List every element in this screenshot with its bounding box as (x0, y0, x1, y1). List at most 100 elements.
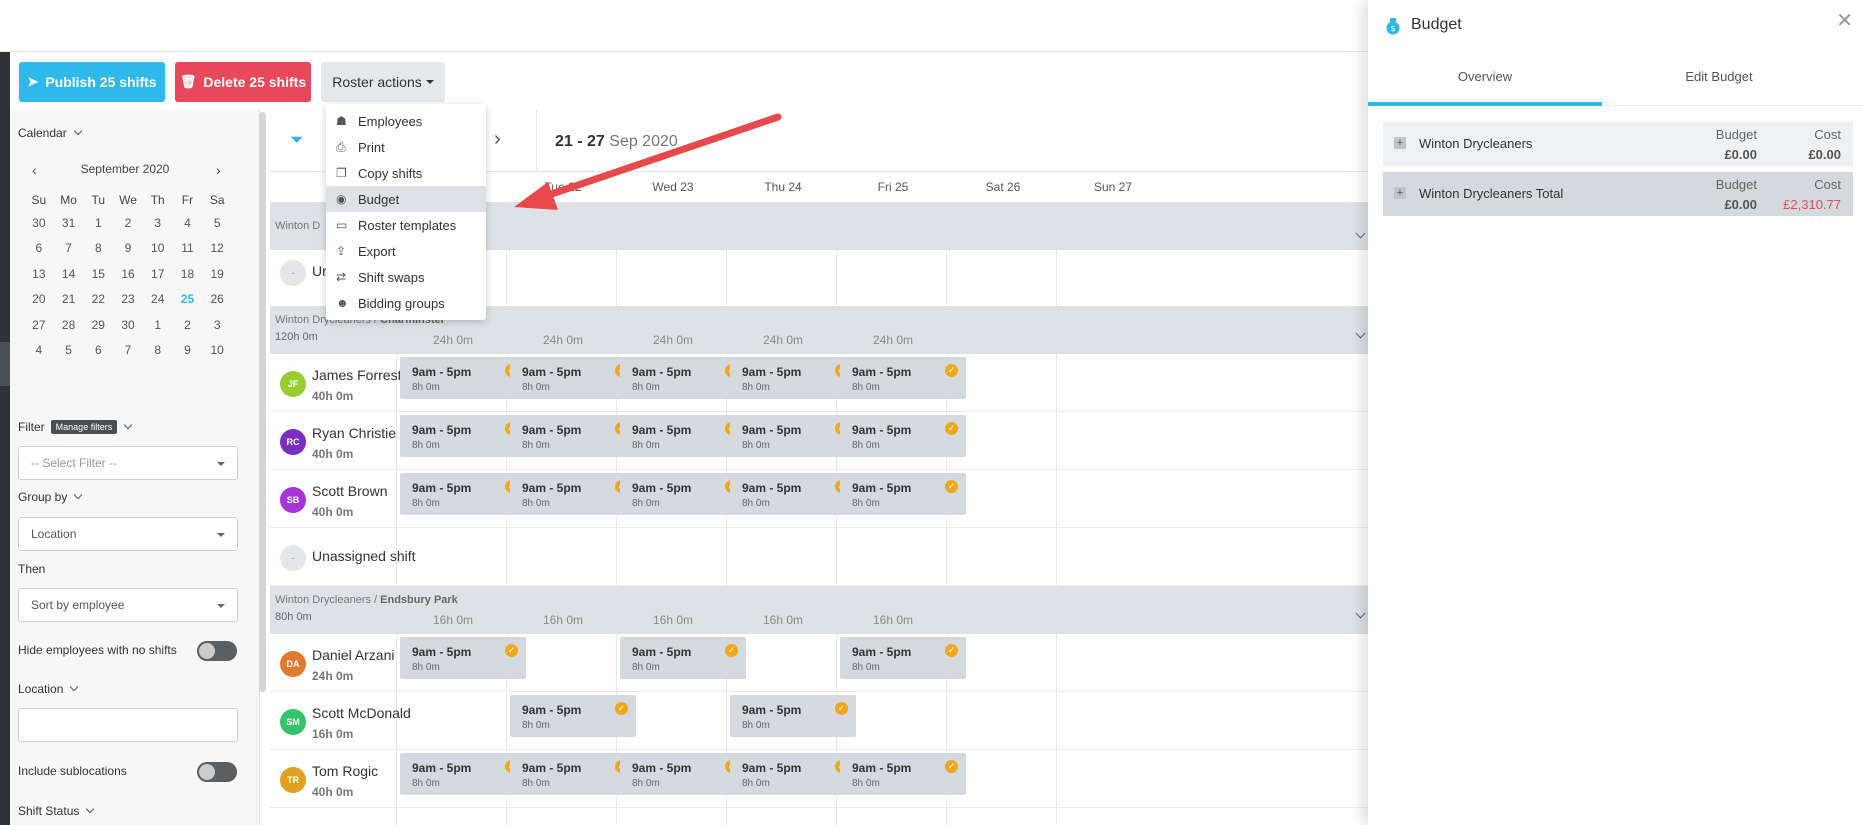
shift-card[interactable]: 9am - 5pm8h 0m✓ (400, 753, 526, 795)
calendar-day[interactable]: 18 (173, 267, 203, 281)
menu-item-shift-swaps[interactable]: ⇄ Shift swaps (326, 264, 486, 290)
shift-card[interactable]: 9am - 5pm8h 0m✓ (620, 415, 746, 457)
shift-card[interactable]: 9am - 5pm8h 0m✓ (510, 753, 636, 795)
calendar-day[interactable]: 28 (54, 318, 84, 332)
calendar-day[interactable]: 2 (113, 216, 143, 230)
location-header[interactable]: Location (18, 682, 79, 696)
employee-name[interactable]: James Forrest (312, 367, 401, 383)
shift-card[interactable]: 9am - 5pm8h 0m✓ (620, 473, 746, 515)
filter-funnel-icon[interactable]: ⏷ (290, 130, 304, 150)
calendar-day[interactable]: 19 (202, 267, 232, 281)
menu-item-export[interactable]: ⇪ Export (326, 238, 486, 264)
calendar-toggle[interactable]: Calendar (18, 126, 82, 140)
budget-row[interactable]: + Winton Drycleaners Budget Cost £0.00 £0.00 (1383, 122, 1853, 166)
calendar-day[interactable]: 3 (143, 216, 173, 230)
menu-item-bidding-groups[interactable]: ☻ Bidding groups (326, 290, 486, 316)
expand-icon[interactable]: + (1394, 187, 1406, 199)
calendar-day[interactable]: 30 (24, 216, 54, 230)
menu-item-copy-shifts[interactable]: ❐ Copy shifts (326, 160, 486, 186)
menu-item-employees[interactable]: ☗ Employees (326, 108, 486, 134)
roster-actions-button[interactable]: Roster actions (321, 62, 445, 102)
unassigned-shift-label[interactable]: Unassigned shift (312, 548, 416, 564)
menu-item-budget[interactable]: ◉ Budget (326, 186, 486, 212)
shift-card[interactable]: 9am - 5pm8h 0m✓ (510, 695, 636, 737)
shift-card[interactable]: 9am - 5pm8h 0m✓ (730, 473, 856, 515)
calendar-day[interactable]: 1 (83, 216, 113, 230)
calendar-day[interactable]: 7 (54, 241, 84, 255)
employee-name[interactable]: Scott McDonald (312, 705, 411, 721)
employee-name[interactable]: Ryan Christie (312, 425, 396, 441)
shift-card[interactable]: 9am - 5pm8h 0m✓ (620, 637, 746, 679)
close-icon[interactable]: ✕ (1836, 8, 1853, 33)
calendar-day[interactable]: 2 (173, 318, 203, 332)
next-month-icon[interactable]: › (216, 162, 221, 178)
calendar-day[interactable]: 5 (202, 216, 232, 230)
calendar-day[interactable]: 8 (143, 343, 173, 357)
manage-filters-badge[interactable]: Manage filters (50, 420, 118, 434)
calendar-day[interactable]: 26 (202, 292, 232, 306)
shift-card[interactable]: 9am - 5pm8h 0m✓ (400, 357, 526, 399)
calendar-day[interactable]: 6 (24, 241, 54, 255)
expand-icon[interactable]: + (1394, 137, 1406, 149)
calendar-day[interactable]: 10 (202, 343, 232, 357)
calendar-day[interactable]: 21 (54, 292, 84, 306)
tab-edit-budget[interactable]: Edit Budget (1602, 52, 1836, 106)
calendar-day[interactable]: 4 (173, 216, 203, 230)
calendar-day[interactable]: 29 (83, 318, 113, 332)
sidebar-scrollbar[interactable] (259, 112, 266, 692)
shift-card[interactable]: 9am - 5pm8h 0m✓ (840, 415, 966, 457)
shift-card[interactable]: 9am - 5pm8h 0m✓ (510, 357, 636, 399)
shift-card[interactable]: 9am - 5pm8h 0m✓ (840, 637, 966, 679)
calendar-day[interactable]: 3 (202, 318, 232, 332)
employee-name[interactable]: Daniel Arzani (312, 647, 395, 663)
filter-select[interactable]: -- Select Filter -- (18, 446, 238, 480)
publish-shifts-button[interactable]: ➤ Publish 25 shifts (19, 62, 165, 102)
menu-item-print[interactable]: ⎙ Print (326, 134, 486, 160)
hide-employees-toggle[interactable] (197, 641, 237, 661)
nav-strip-active[interactable] (0, 342, 10, 386)
calendar-day[interactable]: 7 (113, 343, 143, 357)
shift-card[interactable]: 9am - 5pm8h 0m✓ (400, 637, 526, 679)
calendar-day[interactable]: 10 (143, 241, 173, 255)
employee-name[interactable]: Scott Brown (312, 483, 387, 499)
shift-card[interactable]: 9am - 5pm8h 0m✓ (730, 695, 856, 737)
calendar-day[interactable]: 4 (24, 343, 54, 357)
shift-card[interactable]: 9am - 5pm8h 0m✓ (840, 357, 966, 399)
shift-card[interactable]: 9am - 5pm8h 0m✓ (400, 415, 526, 457)
shift-card[interactable]: 9am - 5pm8h 0m✓ (620, 753, 746, 795)
shift-card[interactable]: 9am - 5pm8h 0m✓ (400, 473, 526, 515)
calendar-day[interactable]: 24 (143, 292, 173, 306)
employee-name[interactable]: Ur (312, 263, 327, 279)
calendar-day-today[interactable]: 25 (173, 292, 203, 306)
calendar-day[interactable]: 16 (113, 267, 143, 281)
shift-card[interactable]: 9am - 5pm8h 0m✓ (730, 415, 856, 457)
shift-card[interactable]: 9am - 5pm8h 0m✓ (840, 473, 966, 515)
calendar-day[interactable]: 14 (54, 267, 84, 281)
calendar-day[interactable]: 20 (24, 292, 54, 306)
shift-card[interactable]: 9am - 5pm8h 0m✓ (620, 357, 746, 399)
budget-row[interactable]: + Winton Drycleaners Total Budget Cost £0.00… (1383, 172, 1853, 216)
shift-card[interactable]: 9am - 5pm8h 0m✓ (840, 753, 966, 795)
calendar-day[interactable]: 17 (143, 267, 173, 281)
calendar-day[interactable]: 23 (113, 292, 143, 306)
shift-card[interactable]: 9am - 5pm8h 0m✓ (510, 415, 636, 457)
filter-header[interactable]: Filter Manage filters (18, 420, 133, 435)
calendar-day[interactable]: 22 (83, 292, 113, 306)
calendar-day[interactable]: 11 (173, 241, 203, 255)
calendar-day[interactable]: 31 (54, 216, 84, 230)
calendar-day[interactable]: 15 (83, 267, 113, 281)
calendar-day[interactable]: 13 (24, 267, 54, 281)
shift-status-header[interactable]: Shift Status (18, 804, 95, 818)
calendar-day[interactable]: 30 (113, 318, 143, 332)
employee-name[interactable]: Tom Rogic (312, 763, 378, 779)
calendar-day[interactable]: 1 (143, 318, 173, 332)
location-input[interactable] (18, 708, 238, 742)
calendar-day[interactable]: 27 (24, 318, 54, 332)
calendar-day[interactable]: 5 (54, 343, 84, 357)
group-by-select[interactable]: Location (18, 517, 238, 551)
shift-card[interactable]: 9am - 5pm8h 0m✓ (510, 473, 636, 515)
delete-shifts-button[interactable]: 🗑 Delete 25 shifts (175, 62, 311, 102)
calendar-day[interactable]: 9 (173, 343, 203, 357)
include-sublocations-toggle[interactable] (197, 762, 237, 782)
calendar-day[interactable]: 6 (83, 343, 113, 357)
